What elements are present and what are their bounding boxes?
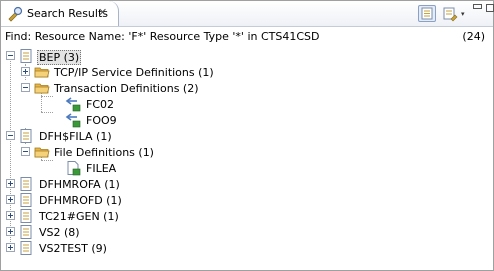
tree-item-label: VS2TEST (9) (39, 242, 107, 255)
tree-item-tcpip-service-definitions[interactable]: TCP/IP Service Definitions (1) (1, 64, 251, 80)
search-query-text: Find: Resource Name: 'F*' Resource Type … (5, 30, 320, 43)
minimize-icon[interactable] (473, 4, 482, 9)
tree-item-label: FOO9 (86, 114, 117, 127)
tree-item-label: TC21#GEN (1) (39, 210, 119, 223)
expand-icon[interactable] (6, 195, 15, 204)
tree-item-dfhsfila[interactable]: DFH$FILA (1) (1, 128, 201, 144)
tree-item-label: DFHMROFD (1) (39, 194, 122, 207)
tree-item-label: Transaction Definitions (2) (54, 82, 199, 95)
expand-icon[interactable] (21, 67, 30, 76)
tree-item-label: File Definitions (1) (54, 146, 154, 159)
result-count: (24) (462, 30, 485, 43)
search-results-view: Search Results ✕ ▾ Find: Resource Name: … (0, 0, 494, 271)
results-list-icon (421, 7, 433, 20)
tab-title: Search Results (27, 7, 109, 20)
tree-item-dfhmrofd[interactable]: DFHMROFD (1) (1, 192, 201, 208)
resource-group-icon (20, 177, 32, 191)
tree-item-label: DFH$FILA (1) (39, 130, 112, 143)
tree-item-label: VS2 (8) (39, 226, 80, 239)
chevron-down-icon[interactable]: ▾ (461, 10, 465, 18)
search-status-bar: Find: Resource Name: 'F*' Resource Type … (1, 27, 493, 47)
tree-item-bep[interactable]: BEP (3) (1, 48, 201, 65)
show-results-button[interactable] (418, 5, 436, 22)
tree-item-dfhmrofa[interactable]: DFHMROFA (1) (1, 176, 201, 192)
tree-item-vs2[interactable]: VS2 (8) (1, 224, 201, 240)
resource-group-icon (20, 49, 32, 63)
tree-item-label: FILEA (86, 162, 117, 175)
tree-item-label: TCP/IP Service Definitions (1) (54, 66, 214, 79)
expand-icon[interactable] (6, 243, 15, 252)
tree-item-file-definitions[interactable]: File Definitions (1) (1, 144, 251, 160)
folder-icon (34, 67, 50, 78)
search-history-button[interactable] (442, 5, 460, 22)
transaction-icon (65, 113, 81, 128)
expand-icon[interactable] (6, 211, 15, 220)
expand-icon[interactable] (6, 179, 15, 188)
tree-item-label: BEP (3) (37, 50, 82, 65)
search-results-icon (8, 6, 23, 22)
collapse-icon[interactable] (21, 83, 30, 92)
view-tab-bar: Search Results ✕ ▾ (1, 1, 494, 27)
collapse-icon[interactable] (6, 131, 15, 140)
resource-group-icon (20, 225, 32, 239)
expand-icon[interactable] (6, 227, 15, 236)
resource-group-icon (20, 193, 32, 207)
tree-item-label: DFHMROFA (1) (39, 178, 120, 191)
tree-item-label: FC02 (86, 98, 115, 111)
maximize-icon[interactable] (486, 4, 494, 12)
results-tree: BEP (3) TCP/IP Service Definitions (1) T… (1, 48, 493, 270)
resource-group-icon (20, 241, 32, 255)
tree-item-foo9[interactable]: FOO9 (1, 112, 151, 128)
tree-item-transaction-definitions[interactable]: Transaction Definitions (2) (1, 80, 251, 96)
resource-group-icon (20, 129, 32, 143)
folder-icon (34, 83, 50, 94)
search-history-icon (443, 7, 458, 22)
tree-item-tc21gen[interactable]: TC21#GEN (1) (1, 208, 201, 224)
resource-group-icon (20, 209, 32, 223)
transaction-icon (65, 97, 81, 112)
tree-item-filea[interactable]: FILEA (1, 160, 151, 176)
close-icon[interactable]: ✕ (98, 6, 107, 19)
folder-icon (34, 147, 50, 158)
tree-item-fc02[interactable]: FC02 (1, 96, 151, 112)
file-definition-icon (67, 161, 81, 176)
tree-item-vs2test[interactable]: VS2TEST (9) (1, 240, 201, 256)
tab-search-results[interactable]: Search Results ✕ (1, 1, 119, 26)
collapse-icon[interactable] (21, 147, 30, 156)
collapse-icon[interactable] (6, 51, 15, 60)
